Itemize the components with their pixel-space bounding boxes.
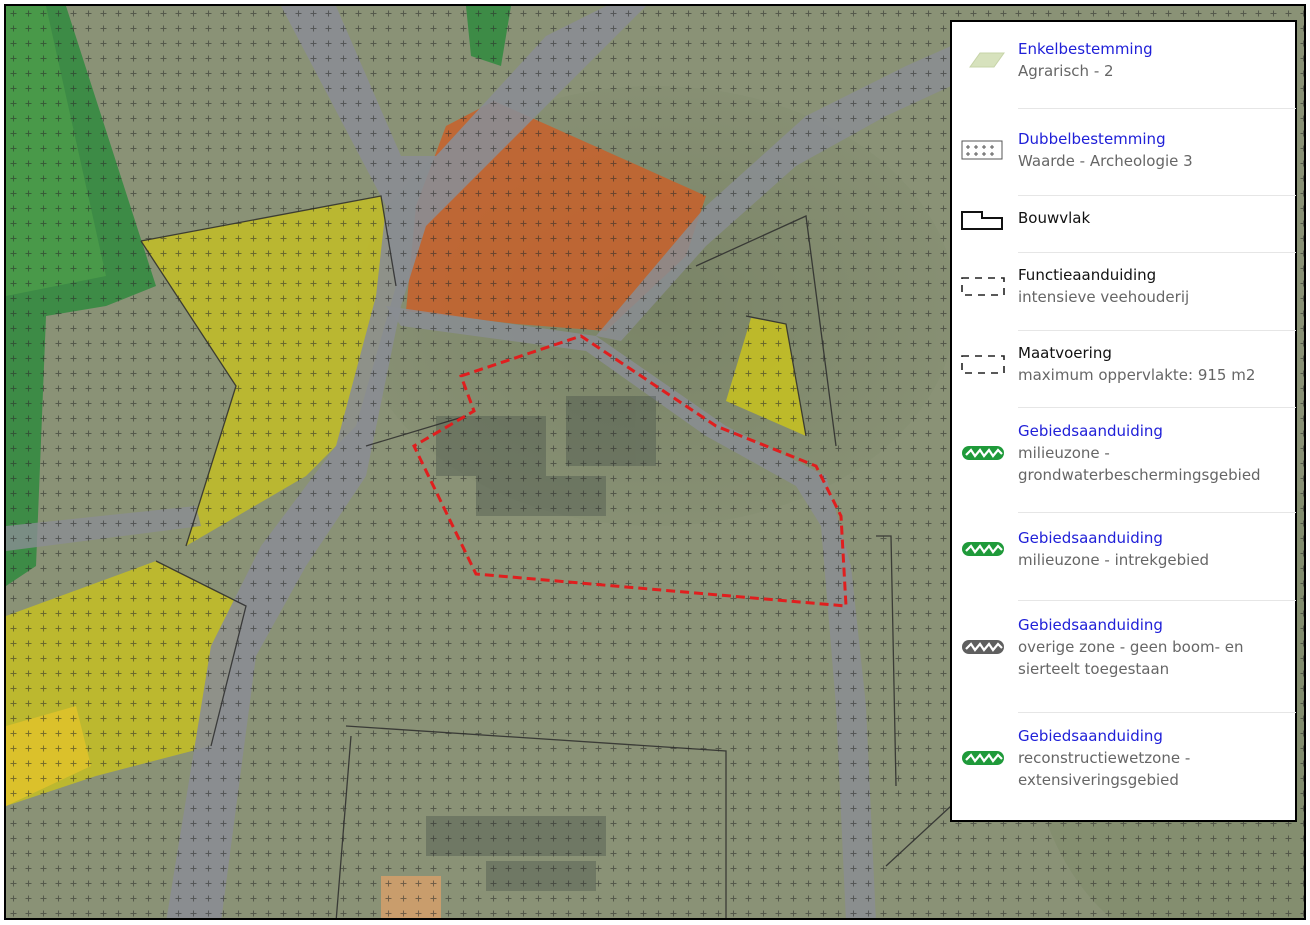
- agrarisch-swatch-icon: [960, 47, 1006, 73]
- legend-item-title: Maatvoering: [1018, 344, 1112, 362]
- legend-item-title[interactable]: Gebiedsaanduiding: [1018, 725, 1288, 747]
- green-zigzag-icon: [960, 745, 1006, 771]
- legend-item-description: Waarde - Archeologie 3: [1018, 152, 1193, 170]
- legend-item-title[interactable]: Gebiedsaanduiding: [1018, 420, 1288, 442]
- green-zigzag-icon: [960, 440, 1006, 466]
- legend-item-description: milieuzone - intrekgebied: [1018, 551, 1210, 569]
- legend-item-description: intensieve veehouderij: [1018, 288, 1190, 306]
- legend-divider: [1018, 252, 1296, 253]
- dashed-rectangle-icon: [960, 351, 1006, 377]
- legend-divider: [1018, 407, 1296, 408]
- legend-item-title: Bouwvlak: [1018, 209, 1091, 227]
- legend-divider: [1018, 108, 1296, 109]
- legend-item-title[interactable]: Enkelbestemming: [1018, 38, 1288, 60]
- legend-item-title[interactable]: Gebiedsaanduiding: [1018, 614, 1288, 636]
- legend-divider: [1018, 600, 1296, 601]
- map-legend: Enkelbestemming Agrarisch - 2 Dubbelbestem…: [950, 20, 1297, 822]
- legend-divider: [1018, 512, 1296, 513]
- legend-divider: [1018, 712, 1296, 713]
- grey-zigzag-icon: [960, 634, 1006, 660]
- legend-item-title: Functieaanduiding: [1018, 266, 1157, 284]
- crosses-grid-icon: [960, 137, 1006, 163]
- legend-divider: [1018, 330, 1296, 331]
- legend-item-description: Agrarisch - 2: [1018, 62, 1114, 80]
- legend-item-description: reconstructiewetzone - extensiveringsgeb…: [1018, 749, 1191, 789]
- legend-item-description: maximum oppervlakte: 915 m2: [1018, 366, 1256, 384]
- legend-item-description: overige zone - geen boom- en sierteelt t…: [1018, 638, 1244, 678]
- green-zigzag-icon: [960, 536, 1006, 562]
- legend-divider: [1018, 195, 1296, 196]
- legend-item-title[interactable]: Gebiedsaanduiding: [1018, 527, 1288, 549]
- legend-item-title[interactable]: Dubbelbestemming: [1018, 128, 1288, 150]
- bouwvlak-outline-icon: [960, 207, 1006, 233]
- dashed-rectangle-icon: [960, 273, 1006, 299]
- legend-item-description: milieuzone - grondwaterbeschermingsgebie…: [1018, 444, 1261, 484]
